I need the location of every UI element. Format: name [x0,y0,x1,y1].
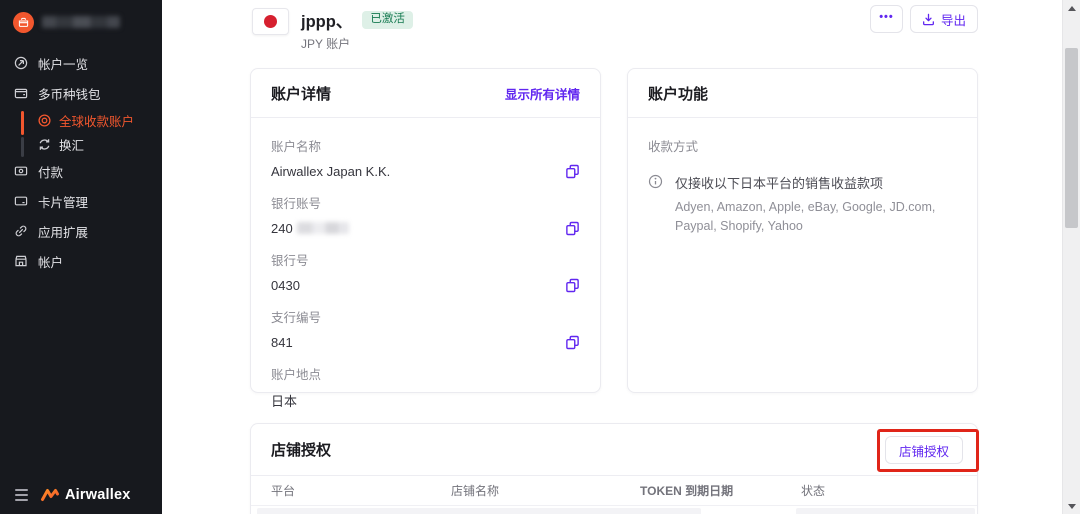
info-icon [648,174,663,237]
store-authorization-card: 店铺授权 店铺授权 平台 店铺名称 TOKEN 到期日期 状态 [250,423,979,514]
account-details-title: 账户详情 [271,85,332,103]
globe-icon [14,56,28,70]
field-bank-account-number: 银行账号 240 [271,193,580,236]
airwallex-logo-text: Airwallex [65,487,131,503]
redacted-account-name [42,16,120,28]
field-account-name: 账户名称 Airwallex Japan K.K. [271,136,580,179]
export-button-label: 导出 [940,13,966,28]
store-authorization-title: 店铺授权 [271,442,332,459]
field-value: 240 [271,220,293,236]
main-content: jppp、 已激活 JPY 账户 ••• 导出 账户详情 显示所有详情 账户名称… [162,0,1062,514]
field-label: 账户地点 [271,368,322,382]
supported-platforms-list: Adyen, Amazon, Apple, eBay, Google, JD.c… [675,200,936,234]
japan-flag-icon [252,8,289,35]
copy-icon[interactable] [564,163,580,179]
scrollbar-thumb[interactable] [1065,48,1078,228]
sidebar-item-account-overview[interactable]: 帐户一览 [0,48,162,78]
account-details-card: 账户详情 显示所有详情 账户名称 Airwallex Japan K.K. 银行… [250,68,601,409]
sidebar-item-label: 全球收款账户 [59,114,135,129]
field-label: 支行编号 [271,311,322,325]
sidebar-item-label: 卡片管理 [38,195,89,210]
export-button[interactable]: 导出 [909,5,978,33]
sidebar-item-global-accounts[interactable]: 全球收款账户 [0,108,162,132]
copy-icon[interactable] [564,334,580,350]
table-row [251,508,977,514]
loading-placeholder [796,508,975,514]
field-bank-code: 银行号 0430 [271,250,580,293]
account-features-card: 账户功能 收款方式 仅接收以下日本平台的销售收益款项 Adyen, Amazon… [627,68,978,393]
redacted-digits [296,222,349,234]
active-rail-indicator [21,111,24,135]
store-authorization-button[interactable]: 店铺授权 [884,436,963,464]
banknote-icon [14,164,28,178]
copy-icon[interactable] [564,220,580,236]
loading-placeholder [257,508,701,514]
more-options-button[interactable]: ••• [869,5,903,33]
status-badge: 已激活 [362,11,413,29]
field-label: 账户名称 [271,140,322,154]
field-value: 841 [271,334,293,350]
sidebar-item-app-extensions[interactable]: 应用扩展 [0,216,162,246]
account-currency-subtitle: JPY 账户 [301,37,351,51]
copy-icon[interactable] [564,277,580,293]
exchange-arrows-icon [38,138,51,151]
field-value: 日本 [271,394,298,409]
credit-card-icon [14,194,28,208]
download-icon [923,13,934,25]
scroll-up-arrow[interactable] [1063,0,1080,16]
scroll-down-arrow[interactable] [1063,498,1080,514]
sidebar-item-account[interactable]: 帐户 [0,246,162,276]
page-header: jppp、 已激活 JPY 账户 [252,8,413,52]
sidebar-item-label: 应用扩展 [38,225,89,240]
sidebar-item-label: 帐户一览 [38,57,89,72]
collapse-menu-icon[interactable] [15,489,28,501]
account-features-title: 账户功能 [648,85,709,103]
sidebar-item-label: 帐户 [38,255,64,270]
column-platform: 平台 [271,484,296,498]
column-status: 状态 [801,484,826,498]
field-value: Airwallex Japan K.K. [271,163,391,179]
field-value: 0430 [271,277,300,293]
sidebar-item-fx-conversion[interactable]: 换汇 [0,132,162,156]
vertical-scrollbar[interactable] [1062,0,1080,514]
column-store-name: 店铺名称 [451,484,500,498]
field-branch-code: 支行编号 841 [271,307,580,350]
platform-restriction-text: 仅接收以下日本平台的销售收益款项 [675,176,884,191]
sidebar-item-payouts[interactable]: 付款 [0,156,162,186]
sidebar-item-label: 付款 [38,165,64,180]
header-actions: ••• 导出 [869,5,978,33]
sidebar-item-label: 多币种钱包 [38,87,101,102]
app-window: 帐户一览 多币种钱包 全球收款账户 换汇 付款 卡片管理 应用扩展 帐户 Air… [0,0,1080,514]
sidebar: 帐户一览 多币种钱包 全球收款账户 换汇 付款 卡片管理 应用扩展 帐户 Air… [0,0,162,514]
sidebar-footer: Airwallex [0,486,162,504]
rail-track [21,137,24,157]
airwallex-logo-mark [41,489,59,501]
show-all-details-link[interactable]: 显示所有详情 [505,84,580,103]
airwallex-logo: Airwallex [40,486,130,504]
sidebar-nav: 帐户一览 多币种钱包 全球收款账户 换汇 付款 卡片管理 应用扩展 帐户 [0,48,162,276]
page-title: jppp、 [301,13,353,31]
sidebar-item-label: 换汇 [59,138,85,153]
account-avatar-icon [13,11,34,33]
field-label: 银行账号 [271,197,322,211]
storefront-icon [14,254,28,268]
collection-method-label: 收款方式 [648,140,699,154]
field-label: 银行号 [271,254,309,268]
sidebar-item-multicurrency-wallet[interactable]: 多币种钱包 [0,78,162,108]
column-token-expiry: TOKEN 到期日期 [640,484,734,498]
coin-icon [38,113,51,127]
link-icon [14,224,28,238]
sidebar-account-switcher[interactable] [0,0,162,44]
sidebar-subgroup-wallet: 全球收款账户 换汇 [0,108,162,157]
sidebar-item-card-management[interactable]: 卡片管理 [0,186,162,216]
wallet-icon [14,86,28,100]
store-table-header: 平台 店铺名称 TOKEN 到期日期 状态 [251,476,977,506]
field-account-location: 账户地点 日本 [271,364,580,410]
